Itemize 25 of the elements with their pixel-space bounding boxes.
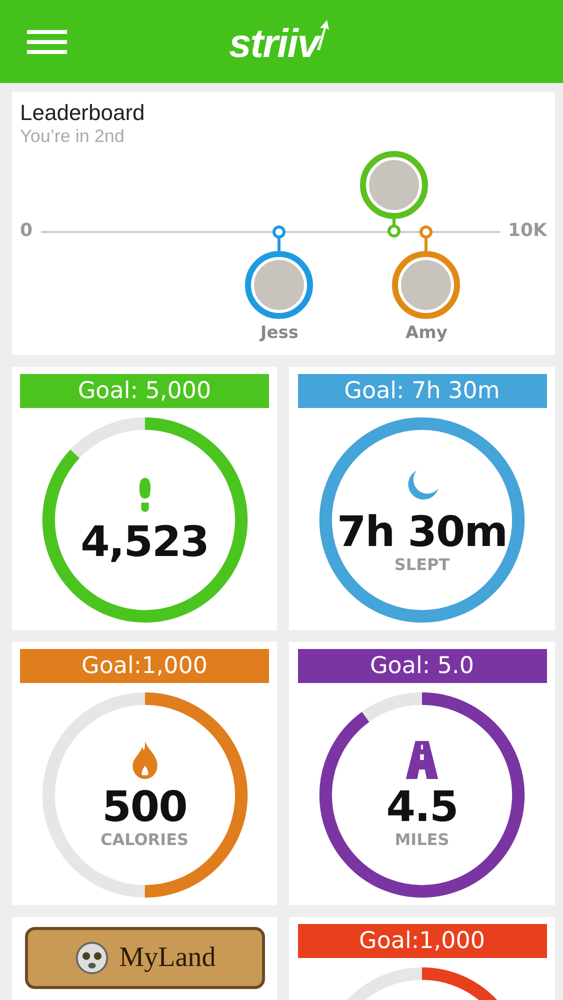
game-banner[interactable]: MyLand (24, 927, 264, 989)
goal-banner: Goal: 7h 30m (298, 374, 546, 408)
goal-banner: Goal:1,000 (20, 649, 269, 683)
app-logo: striiv (229, 16, 319, 72)
player-name: Jess (260, 323, 298, 343)
card-title: Leaderboard (20, 100, 146, 126)
stat-value: 4,523 (80, 520, 208, 564)
stat-unit: CALORIES (100, 830, 189, 849)
goal-banner: Goal: 5.0 (298, 649, 546, 683)
stat-value: 500 (102, 785, 187, 830)
stat-tile[interactable]: Goal:1,000 500 CALORIES (12, 642, 277, 905)
goal-banner: Goal:1,000 (298, 924, 546, 958)
goal-banner: Goal: 5,000 (20, 374, 269, 408)
rank-text: You’re in 2nd (20, 126, 126, 147)
road-icon (404, 741, 440, 780)
stat-tile[interactable]: Goal:1,000 (289, 917, 555, 1000)
stat-value: 4.5 (386, 785, 458, 830)
scale-min: 0 (20, 220, 33, 241)
stat-tile[interactable]: Goal: 5.0 4.5 MILES (289, 642, 555, 905)
stat-unit: MILES (394, 830, 450, 849)
game-title: MyLand (119, 942, 216, 974)
stat-tile[interactable]: Goal: 5,000 4,523 (12, 367, 277, 630)
menu-icon[interactable] (27, 30, 67, 54)
player-name: Amy (406, 323, 448, 343)
scale-max: 10K (508, 220, 547, 241)
